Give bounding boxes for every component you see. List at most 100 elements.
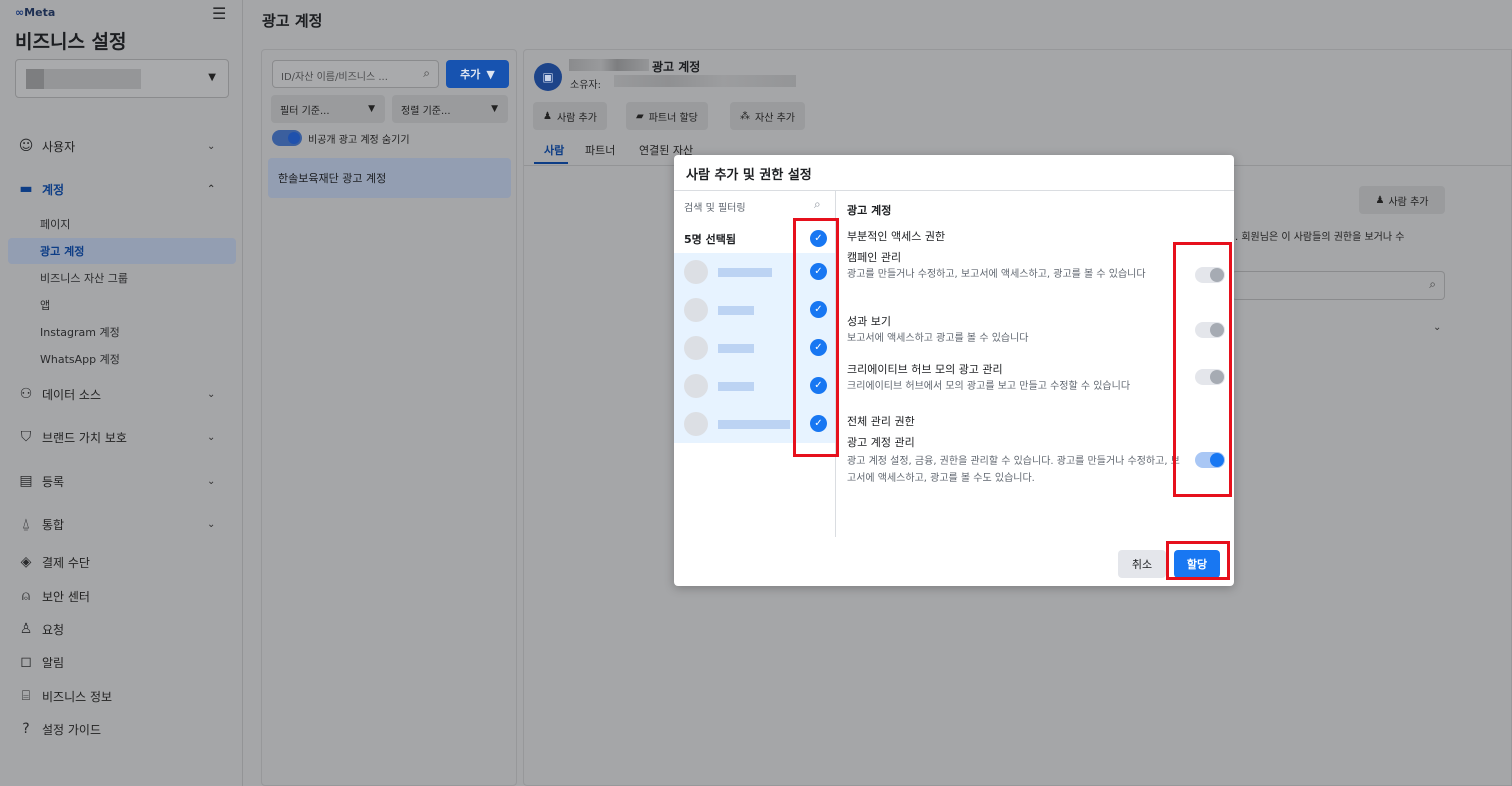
selected-count: 5명 선택됨 [684, 233, 736, 246]
lock-icon: ⍝ [21, 588, 31, 604]
perm-title-creative-hub: 크리에이티브 허브 모의 광고 관리 [847, 363, 1003, 376]
sidebar-item-business-info[interactable]: ⌸ 비즈니스 정보 [0, 681, 243, 711]
page-title: 광고 계정 [262, 12, 323, 30]
perm-desc-ad-account-admin: 광고 계정 설정, 금융, 권한을 관리할 수 있습니다. 광고를 만들거나 수… [847, 456, 1180, 484]
chevron-down-icon: ⌄ [207, 388, 216, 400]
perm-title-ad-account-admin: 광고 계정 관리 [847, 436, 915, 449]
sidebar-item-payment[interactable]: ◈ 결제 수단 [0, 547, 243, 577]
blurred-business-name [26, 69, 141, 89]
perm-desc-creative-hub: 크리에이티브 허브에서 모의 광고를 보고 만들고 수정할 수 있습니다 [847, 381, 1131, 392]
blurred-person-name [718, 382, 754, 391]
search-icon: ⌕ [814, 197, 821, 211]
tab-people[interactable]: 사람 [544, 142, 564, 158]
sidebar-item-integrations[interactable]: ⍙ 통합 ⌄ [0, 509, 243, 539]
sidebar-item-notifications[interactable]: ◻ 알림 [0, 647, 243, 677]
meta-logo[interactable]: ∞Meta [15, 6, 55, 19]
search-icon: ⌕ [423, 66, 430, 80]
sidebar-item-setup-guide[interactable]: ? 설정 가이드 [0, 714, 243, 744]
sidebar-sub-pages[interactable]: 페이지 [8, 211, 236, 237]
blurred-person-name [718, 268, 772, 277]
add-person-icon: ♟ [543, 110, 552, 122]
sidebar: ∞Meta ☰ 비즈니스 설정 ▼ ☺ 사용자 ⌄ ▬ 계정 ⌃ 페이지 광고 계정 비… [0, 0, 243, 786]
tab-partners[interactable]: 파트너 [585, 142, 615, 158]
sidebar-sub-ad-accounts[interactable]: 광고 계정 [8, 238, 236, 264]
sidebar-sub-apps[interactable]: 앱 [8, 292, 236, 318]
chevron-down-icon[interactable]: ⌄ [1433, 322, 1441, 333]
owner-label: 소유자: [570, 80, 601, 91]
sidebar-item-accounts[interactable]: ▬ 계정 ⌃ [0, 174, 243, 204]
perm-title-campaign: 캠페인 관리 [847, 251, 902, 264]
active-tab-indicator [534, 162, 568, 164]
hide-private-toggle-row: 비공개 광고 계정 숨기기 [272, 130, 410, 146]
account-name-suffix: 광고 계정 [652, 60, 701, 74]
briefcase-icon: ⌸ [21, 688, 31, 704]
permission-section-title: 광고 계정 [847, 204, 892, 217]
add-people-button[interactable]: ♟ 사람 추가 [533, 102, 607, 130]
data-source-icon: ⚇ [19, 386, 33, 402]
cancel-button[interactable]: 취소 [1118, 550, 1166, 578]
help-icon: ? [22, 721, 30, 737]
notification-icon: ◻ [20, 654, 32, 670]
modal-title: 사람 추가 및 권한 설정 [686, 168, 812, 183]
add-person-icon: ♟ [1375, 194, 1385, 206]
sidebar-item-requests[interactable]: ♙ 요청 [0, 614, 243, 644]
filter-dropdown[interactable]: 필터 기준... ▼ [271, 95, 385, 123]
sidebar-item-data-sources[interactable]: ⚇ 데이터 소스 ⌄ [0, 379, 243, 409]
perm-title-performance: 성과 보기 [847, 315, 891, 328]
business-selector[interactable]: ▼ [15, 59, 229, 98]
avatar [684, 412, 708, 436]
users-icon: ☺ [18, 138, 34, 154]
modal-search-input[interactable]: 검색 및 필터링 ⌕ [684, 197, 821, 214]
sidebar-sub-asset-groups[interactable]: 비즈니스 자산 그룹 [8, 265, 236, 291]
sidebar-item-registrations[interactable]: ▤ 등록 ⌄ [0, 466, 243, 496]
account-list-panel: ID/자산 이름/비즈니스 ... ⌕ 추가 ▼ 필터 기준... ▼ 정렬 기준.… [261, 49, 517, 786]
clipboard-icon: ▤ [19, 473, 33, 489]
add-assets-button[interactable]: ⁂ 자산 추가 [730, 102, 805, 130]
blurred-owner-name [614, 75, 796, 87]
people-search-input[interactable]: ⌕ [1232, 271, 1445, 300]
request-icon: ♙ [19, 621, 33, 637]
chevron-down-icon: ⌄ [207, 431, 216, 443]
highlight-box-checks [793, 218, 839, 457]
perm-desc-campaign: 광고를 만들거나 수정하고, 보고서에 액세스하고, 광고를 볼 수 있습니다 [847, 269, 1146, 280]
sidebar-sub-whatsapp[interactable]: WhatsApp 계정 [8, 346, 236, 372]
hamburger-menu-icon[interactable]: ☰ [212, 4, 226, 23]
blurred-person-name [718, 306, 754, 315]
sidebar-item-brand-safety[interactable]: ⛉ 브랜드 가치 보호 ⌄ [0, 422, 243, 452]
blurred-person-name [718, 344, 754, 353]
chevron-down-icon: ⌄ [207, 518, 216, 530]
meta-infinity-icon: ∞ [15, 6, 25, 19]
list-item[interactable]: 한솔보육재단 광고 계정 [268, 158, 511, 198]
assign-partner-button[interactable]: ▰ 파트너 할당 [626, 102, 708, 130]
caret-down-icon: ▼ [208, 72, 216, 83]
sidebar-item-users[interactable]: ☺ 사용자 ⌄ [0, 131, 243, 161]
avatar [684, 260, 708, 284]
business-settings-title: 비즈니스 설정 [15, 31, 127, 53]
chevron-up-icon: ⌃ [207, 183, 216, 195]
payment-icon: ◈ [20, 554, 32, 570]
sidebar-item-security[interactable]: ⍝ 보안 센터 [0, 581, 243, 611]
folder-icon: ▬ [19, 181, 33, 197]
full-access-heading: 전체 관리 권한 [847, 415, 915, 428]
add-people-button-secondary[interactable]: ♟ 사람 추가 [1359, 186, 1445, 214]
sidebar-sub-instagram[interactable]: Instagram 계정 [8, 319, 236, 345]
chevron-down-icon: ⌄ [207, 475, 216, 487]
account-search-input[interactable]: ID/자산 이름/비즈니스 ... ⌕ [272, 60, 439, 88]
partial-access-heading: 부분적인 액세스 권한 [847, 230, 946, 243]
avatar [684, 374, 708, 398]
perm-desc-performance: 보고서에 액세스하고 광고를 볼 수 있습니다 [847, 333, 1029, 344]
briefcase-icon: ▰ [636, 110, 644, 122]
caret-down-icon: ▼ [368, 104, 375, 114]
assets-icon: ⁂ [740, 110, 750, 122]
people-description: . 회원님은 이 사람들의 권한을 보거나 수 [1235, 232, 1405, 243]
sort-dropdown[interactable]: 정렬 기준... ▼ [392, 95, 508, 123]
caret-down-icon: ▼ [491, 104, 498, 114]
ad-account-icon: ▣ [534, 63, 562, 91]
shield-icon: ⛉ [20, 429, 32, 445]
avatar [684, 298, 708, 322]
add-button[interactable]: 추가 ▼ [446, 60, 509, 88]
highlight-box-toggles [1173, 242, 1232, 497]
hide-private-toggle[interactable] [272, 130, 302, 146]
add-people-modal: 사람 추가 및 권한 설정 검색 및 필터링 ⌕ 5명 선택됨 ✓ ✓ ✓ ✓ … [674, 155, 1234, 586]
integrations-icon: ⍙ [21, 516, 31, 532]
